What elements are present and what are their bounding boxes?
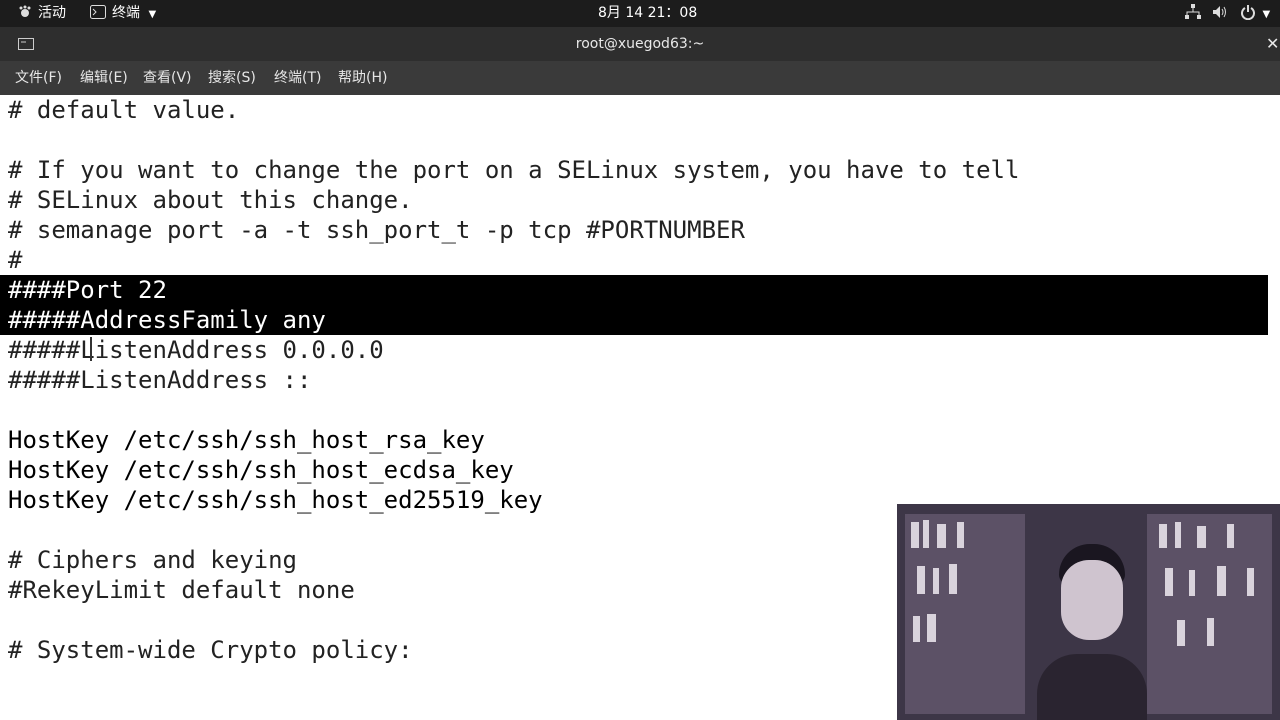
window-titlebar[interactable]: root@xuegod63:~ ✕ [0,27,1280,61]
terminal-line: # default value. [8,96,240,124]
selection-highlight [0,275,1268,305]
terminal-line: #####ListenAddress :: [8,366,312,394]
terminal-line: #RekeyLimit default none [8,576,355,604]
terminal-line: HostKey /etc/ssh/ssh_host_ecdsa_key [8,456,514,484]
terminal-line: HostKey /etc/ssh/ssh_host_ed25519_key [8,486,543,514]
gnome-foot-icon [19,5,31,17]
app-menu-label: 终端 [112,5,140,21]
menu-bar: 文件(F) 编辑(E) 查看(V) 搜索(S) 终端(T) 帮助(H) [0,61,1280,95]
chevron-down-icon: ▼ [1262,9,1271,20]
terminal-line: # Ciphers and keying [8,546,297,574]
window-title: root@xuegod63:~ [575,36,705,52]
power-icon[interactable]: ▼ [1240,0,1270,27]
close-icon[interactable]: ✕ [1266,27,1279,61]
clock[interactable]: 8月 14 21：08 [598,0,697,27]
terminal-line: # [8,246,23,274]
terminal-line: # System-wide Crypto policy: [8,636,413,664]
menu-file[interactable]: 文件(F) [15,61,62,95]
terminal-line: HostKey /etc/ssh/ssh_host_rsa_key [8,426,485,454]
activities-button[interactable]: 活动 [18,0,66,27]
terminal-app-menu[interactable]: 终端 ▼ [90,0,156,27]
text-cursor-icon [90,337,92,361]
menu-view[interactable]: 查看(V) [143,61,192,95]
terminal-line: # semanage port -a -t ssh_port_t -p tcp … [8,216,745,244]
menu-terminal[interactable]: 终端(T) [274,61,321,95]
menu-search[interactable]: 搜索(S) [208,61,256,95]
terminal-icon [90,5,106,19]
network-icon[interactable] [1184,0,1202,27]
terminal-line: # SELinux about this change. [8,186,413,214]
menu-edit[interactable]: 编辑(E) [80,61,128,95]
chevron-down-icon: ▼ [148,9,157,20]
activities-label: 活动 [38,5,66,21]
gnome-top-bar: 活动 终端 ▼ 8月 14 21：08 ▼ [0,0,1280,27]
menu-help[interactable]: 帮助(H) [338,61,387,95]
terminal-line: # If you want to change the port on a SE… [8,156,1020,184]
volume-icon[interactable] [1212,0,1228,27]
terminal-line: #####ListenAddress 0.0.0.0 [8,336,384,364]
terminal-line-selected: ####Port 22 [8,276,167,304]
presenter [1037,544,1147,720]
terminal-line-selected: #####AddressFamily any [8,306,326,334]
webcam-overlay [897,504,1280,720]
